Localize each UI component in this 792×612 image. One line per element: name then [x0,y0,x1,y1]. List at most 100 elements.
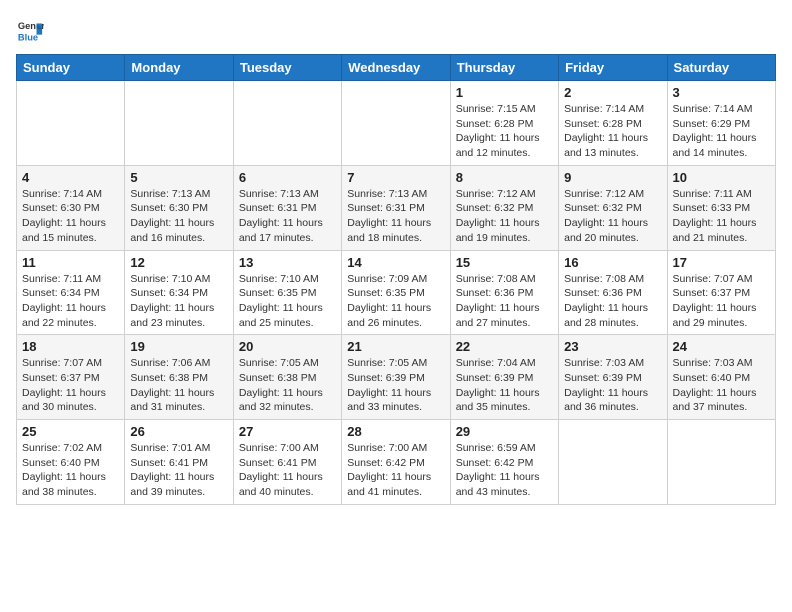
day-number: 10 [673,170,770,185]
logo: General Blue [16,16,44,44]
day-cell: 6 Sunrise: 7:13 AMSunset: 6:31 PMDaylight… [233,165,341,250]
day-number: 9 [564,170,661,185]
day-number: 25 [22,424,119,439]
week-row-5: 25 Sunrise: 7:02 AMSunset: 6:40 PMDayligh… [17,420,776,505]
day-number: 17 [673,255,770,270]
day-info: Sunrise: 7:13 AMSunset: 6:30 PMDaylight:… [130,187,227,246]
day-cell: 19 Sunrise: 7:06 AMSunset: 6:38 PMDayligh… [125,335,233,420]
day-cell: 1 Sunrise: 7:15 AMSunset: 6:28 PMDaylight… [450,81,558,166]
week-row-1: 1 Sunrise: 7:15 AMSunset: 6:28 PMDaylight… [17,81,776,166]
day-cell: 13 Sunrise: 7:10 AMSunset: 6:35 PMDayligh… [233,250,341,335]
day-cell: 25 Sunrise: 7:02 AMSunset: 6:40 PMDayligh… [17,420,125,505]
day-info: Sunrise: 7:10 AMSunset: 6:34 PMDaylight:… [130,272,227,331]
day-cell: 16 Sunrise: 7:08 AMSunset: 6:36 PMDayligh… [559,250,667,335]
day-info: Sunrise: 7:12 AMSunset: 6:32 PMDaylight:… [456,187,553,246]
day-number: 11 [22,255,119,270]
day-number: 6 [239,170,336,185]
day-cell: 3 Sunrise: 7:14 AMSunset: 6:29 PMDaylight… [667,81,775,166]
day-number: 20 [239,339,336,354]
day-info: Sunrise: 7:14 AMSunset: 6:28 PMDaylight:… [564,102,661,161]
day-number: 4 [22,170,119,185]
day-number: 23 [564,339,661,354]
day-cell: 20Sunrise: 7:05 AMSunset: 6:38 PMDayligh… [233,335,341,420]
day-number: 22 [456,339,553,354]
day-number: 16 [564,255,661,270]
day-number: 19 [130,339,227,354]
day-cell: 4Sunrise: 7:14 AMSunset: 6:30 PMDaylight… [17,165,125,250]
day-number: 28 [347,424,444,439]
day-info: Sunrise: 7:04 AMSunset: 6:39 PMDaylight:… [456,356,553,415]
weekday-header-sunday: Sunday [17,55,125,81]
day-cell: 10Sunrise: 7:11 AMSunset: 6:33 PMDayligh… [667,165,775,250]
day-number: 2 [564,85,661,100]
day-cell: 11 Sunrise: 7:11 AMSunset: 6:34 PMDayligh… [17,250,125,335]
day-cell: 27 Sunrise: 7:00 AMSunset: 6:41 PMDayligh… [233,420,341,505]
day-cell [342,81,450,166]
day-cell [17,81,125,166]
day-number: 26 [130,424,227,439]
day-info: Sunrise: 7:01 AMSunset: 6:41 PMDaylight:… [130,441,227,500]
day-number: 3 [673,85,770,100]
day-number: 24 [673,339,770,354]
day-cell: 28 Sunrise: 7:00 AMSunset: 6:42 PMDayligh… [342,420,450,505]
day-cell: 21 Sunrise: 7:05 AMSunset: 6:39 PMDayligh… [342,335,450,420]
weekday-header-friday: Friday [559,55,667,81]
day-info: Sunrise: 7:13 AMSunset: 6:31 PMDaylight:… [239,187,336,246]
day-cell: 22 Sunrise: 7:04 AMSunset: 6:39 PMDayligh… [450,335,558,420]
day-info: Sunrise: 7:05 AMSunset: 6:39 PMDaylight:… [347,356,444,415]
day-number: 5 [130,170,227,185]
day-cell: 23 Sunrise: 7:03 AMSunset: 6:39 PMDayligh… [559,335,667,420]
day-info: Sunrise: 7:00 AMSunset: 6:42 PMDaylight:… [347,441,444,500]
day-cell [233,81,341,166]
weekday-header-monday: Monday [125,55,233,81]
weekday-header-tuesday: Tuesday [233,55,341,81]
weekday-header-row: SundayMondayTuesdayWednesdayThursdayFrid… [17,55,776,81]
day-cell [125,81,233,166]
weekday-header-wednesday: Wednesday [342,55,450,81]
day-number: 21 [347,339,444,354]
day-cell: 2 Sunrise: 7:14 AMSunset: 6:28 PMDaylight… [559,81,667,166]
day-info: Sunrise: 7:14 AMSunset: 6:29 PMDaylight:… [673,102,770,161]
svg-text:Blue: Blue [18,32,38,42]
day-cell: 12 Sunrise: 7:10 AMSunset: 6:34 PMDayligh… [125,250,233,335]
logo-icon: General Blue [16,16,44,44]
day-cell: 26 Sunrise: 7:01 AMSunset: 6:41 PMDayligh… [125,420,233,505]
day-number: 27 [239,424,336,439]
day-number: 14 [347,255,444,270]
day-cell: 29 Sunrise: 6:59 AMSunset: 6:42 PMDayligh… [450,420,558,505]
day-number: 12 [130,255,227,270]
day-info: Sunrise: 6:59 AMSunset: 6:42 PMDaylight:… [456,441,553,500]
week-row-3: 11 Sunrise: 7:11 AMSunset: 6:34 PMDayligh… [17,250,776,335]
day-number: 7 [347,170,444,185]
weekday-header-thursday: Thursday [450,55,558,81]
day-cell: 17Sunrise: 7:07 AMSunset: 6:37 PMDayligh… [667,250,775,335]
day-number: 18 [22,339,119,354]
day-info: Sunrise: 7:00 AMSunset: 6:41 PMDaylight:… [239,441,336,500]
day-info: Sunrise: 7:08 AMSunset: 6:36 PMDaylight:… [564,272,661,331]
day-info: Sunrise: 7:08 AMSunset: 6:36 PMDaylight:… [456,272,553,331]
day-info: Sunrise: 7:10 AMSunset: 6:35 PMDaylight:… [239,272,336,331]
day-cell: 9 Sunrise: 7:12 AMSunset: 6:32 PMDaylight… [559,165,667,250]
day-cell [667,420,775,505]
day-cell: 24 Sunrise: 7:03 AMSunset: 6:40 PMDayligh… [667,335,775,420]
week-row-4: 18 Sunrise: 7:07 AMSunset: 6:37 PMDayligh… [17,335,776,420]
day-number: 15 [456,255,553,270]
day-cell: 18 Sunrise: 7:07 AMSunset: 6:37 PMDayligh… [17,335,125,420]
day-number: 13 [239,255,336,270]
day-cell: 8 Sunrise: 7:12 AMSunset: 6:32 PMDaylight… [450,165,558,250]
day-info: Sunrise: 7:06 AMSunset: 6:38 PMDaylight:… [130,356,227,415]
day-info: Sunrise: 7:15 AMSunset: 6:28 PMDaylight:… [456,102,553,161]
day-info: Sunrise: 7:11 AMSunset: 6:34 PMDaylight:… [22,272,119,331]
day-info: Sunrise: 7:03 AMSunset: 6:39 PMDaylight:… [564,356,661,415]
day-info: Sunrise: 7:12 AMSunset: 6:32 PMDaylight:… [564,187,661,246]
day-info: Sunrise: 7:13 AMSunset: 6:31 PMDaylight:… [347,187,444,246]
day-info: Sunrise: 7:03 AMSunset: 6:40 PMDaylight:… [673,356,770,415]
day-number: 29 [456,424,553,439]
day-cell: 7 Sunrise: 7:13 AMSunset: 6:31 PMDaylight… [342,165,450,250]
day-number: 8 [456,170,553,185]
day-cell: 15 Sunrise: 7:08 AMSunset: 6:36 PMDayligh… [450,250,558,335]
day-cell: 14Sunrise: 7:09 AMSunset: 6:35 PMDayligh… [342,250,450,335]
day-info: Sunrise: 7:02 AMSunset: 6:40 PMDaylight:… [22,441,119,500]
day-number: 1 [456,85,553,100]
day-info: Sunrise: 7:07 AMSunset: 6:37 PMDaylight:… [22,356,119,415]
